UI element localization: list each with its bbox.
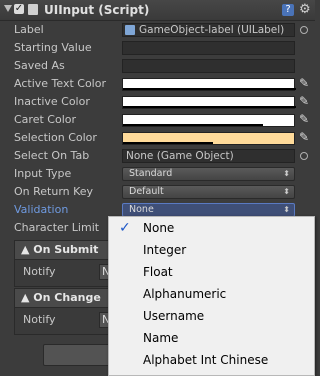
field-label: Input Type xyxy=(14,167,72,180)
saved-as-input[interactable] xyxy=(122,59,295,73)
field-label: Starting Value xyxy=(14,41,92,54)
input-type-row: Input Type Standard ⬍ xyxy=(0,165,315,183)
field-label: Selection Color xyxy=(14,131,97,144)
caret-color-row: Caret Color ✎ xyxy=(0,111,315,129)
component-header[interactable]: ✓ UIInput (Script) ? ⚙ xyxy=(0,0,315,21)
starting-value-row: Starting Value xyxy=(0,39,315,57)
component-enabled-checkbox[interactable]: ✓ xyxy=(14,4,24,14)
eyedropper-icon[interactable]: ✎ xyxy=(299,112,309,126)
component-title: UIInput (Script) xyxy=(44,3,150,17)
active-text-color-swatch[interactable] xyxy=(122,78,296,91)
field-label: On Return Key xyxy=(14,185,94,198)
field-label: Label xyxy=(14,23,44,36)
field-label: Character Limit xyxy=(14,221,100,234)
field-label: Validation xyxy=(14,203,69,216)
caret-color-swatch[interactable] xyxy=(122,114,295,127)
event-title: On Change xyxy=(33,291,101,304)
select-on-tab-object-field[interactable]: None (Game Object) xyxy=(122,149,295,163)
on-return-key-dropdown[interactable]: Default ⬍ xyxy=(122,185,295,199)
field-label: Active Text Color xyxy=(14,77,106,90)
dropdown-arrows-icon: ⬍ xyxy=(283,169,290,178)
eyedropper-icon[interactable]: ✎ xyxy=(299,76,309,90)
dropdown-arrows-icon: ⬍ xyxy=(283,205,290,214)
gear-icon[interactable]: ⚙ xyxy=(299,2,311,17)
menu-item-username[interactable]: Username xyxy=(109,305,314,327)
uilabel-icon xyxy=(125,25,135,35)
selection-color-swatch[interactable] xyxy=(122,132,295,145)
notify-label: Notify xyxy=(23,313,56,326)
object-picker-icon[interactable] xyxy=(300,152,308,160)
eyedropper-icon[interactable]: ✎ xyxy=(299,94,309,108)
menu-item-alphabet-int-chinese[interactable]: Alphabet Int Chinese xyxy=(109,349,314,371)
on-return-key-row: On Return Key Default ⬍ xyxy=(0,183,315,201)
starting-value-input[interactable] xyxy=(122,41,295,55)
script-icon xyxy=(28,4,38,15)
menu-item-integer[interactable]: Integer xyxy=(109,239,314,261)
object-field-value: None (Game Object) xyxy=(126,150,234,162)
field-label: Caret Color xyxy=(14,113,76,126)
foldout-arrow-icon[interactable] xyxy=(4,5,12,12)
dropdown-arrows-icon: ⬍ xyxy=(283,187,290,196)
menu-item-name[interactable]: Name xyxy=(109,327,314,349)
inactive-color-row: Inactive Color ✎ xyxy=(0,93,315,111)
checkmark-icon: ✓ xyxy=(119,220,131,236)
validation-dropdown[interactable]: None ⬍ xyxy=(122,203,295,217)
menu-item-alphanumeric[interactable]: Alphanumeric xyxy=(109,283,314,305)
dropdown-value: Standard xyxy=(129,168,173,179)
menu-item-none[interactable]: ✓ None xyxy=(109,217,314,239)
field-label: Saved As xyxy=(14,59,65,72)
object-picker-icon[interactable] xyxy=(300,26,308,34)
menu-item-float[interactable]: Float xyxy=(109,261,314,283)
label-row: Label GameObject-label (UILabel) xyxy=(0,21,315,39)
active-text-color-row: Active Text Color ✎ xyxy=(0,75,315,93)
eyedropper-icon[interactable]: ✎ xyxy=(299,130,309,144)
validation-menu: ✓ None Integer Float Alphanumeric Usernam… xyxy=(108,216,315,376)
select-on-tab-row: Select On Tab None (Game Object) xyxy=(0,147,315,165)
dropdown-value: Default xyxy=(129,186,164,197)
input-type-dropdown[interactable]: Standard ⬍ xyxy=(122,167,295,181)
field-label: Select On Tab xyxy=(14,149,90,162)
inactive-color-swatch[interactable] xyxy=(122,96,296,109)
notify-label: Notify xyxy=(23,265,56,278)
label-object-field[interactable]: GameObject-label (UILabel) xyxy=(122,23,295,37)
event-title: On Submit xyxy=(33,243,99,256)
saved-as-row: Saved As xyxy=(0,57,315,75)
selection-color-row: Selection Color ✎ xyxy=(0,129,315,147)
object-field-value: GameObject-label (UILabel) xyxy=(139,24,285,36)
field-label: Inactive Color xyxy=(14,95,90,108)
dropdown-value: None xyxy=(129,204,154,215)
help-icon[interactable]: ? xyxy=(282,4,294,16)
